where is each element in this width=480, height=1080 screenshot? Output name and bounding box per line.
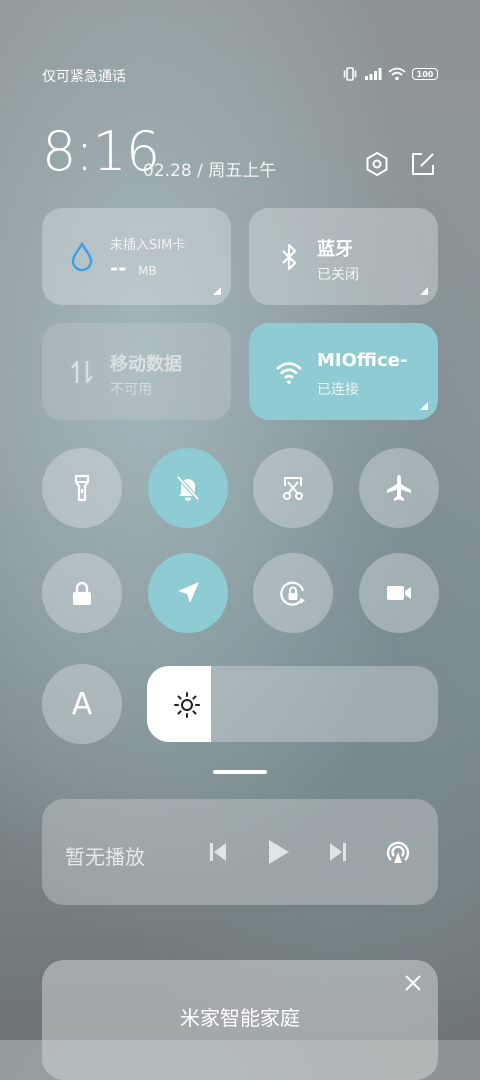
bluetooth-title: 蓝牙: [317, 239, 353, 260]
next-button[interactable]: [324, 837, 352, 867]
mute-toggle[interactable]: [148, 448, 228, 528]
bluetooth-status: 已关闭: [317, 267, 359, 283]
mobile-data-title: 移动数据: [110, 354, 182, 375]
media-status: 暂无播放: [65, 845, 145, 869]
wifi-status: 已连接: [317, 382, 359, 398]
wifi-icon: [276, 362, 302, 384]
data-unit: MB: [138, 264, 157, 278]
mobile-data-status: 不可用: [110, 382, 152, 398]
lock-screen-toggle[interactable]: [42, 553, 122, 633]
cast-button[interactable]: [384, 837, 412, 867]
previous-button[interactable]: [204, 837, 232, 867]
expand-corner: [213, 287, 221, 295]
location-icon: [178, 582, 199, 603]
wifi-tile[interactable]: MIOffice- 已连接: [249, 323, 438, 420]
rotation-lock-icon: [280, 581, 305, 606]
status-bar: 仅可紧急通话 100: [42, 66, 438, 88]
drag-handle[interactable]: [213, 770, 267, 774]
previous-icon: [210, 843, 226, 861]
cast-icon: [386, 841, 410, 863]
water-drop-icon: [71, 242, 93, 272]
play-icon: [269, 840, 289, 864]
expand-corner: [420, 402, 428, 410]
edit-icon[interactable]: [410, 151, 436, 177]
auto-brightness-button[interactable]: A: [42, 664, 122, 744]
settings-icon[interactable]: [364, 151, 390, 177]
screen-record-toggle[interactable]: [359, 553, 439, 633]
battery-icon: 100: [412, 68, 438, 80]
screenshot-toggle[interactable]: [253, 448, 333, 528]
status-icons: 100: [342, 67, 438, 81]
media-player: 暂无播放: [42, 799, 438, 905]
sun-icon: [174, 692, 200, 718]
airplane-toggle[interactable]: [359, 448, 439, 528]
mobile-data-icon: [71, 360, 93, 384]
wifi-icon: [388, 67, 406, 81]
carrier-text: 仅可紧急通话: [42, 69, 126, 85]
flashlight-toggle[interactable]: [42, 448, 122, 528]
date-label: 02.28 / 周五上午: [143, 161, 277, 181]
data-usage-tile[interactable]: 未插入SIM卡 -- MB: [42, 208, 231, 305]
auto-brightness-label: A: [71, 686, 93, 722]
bluetooth-icon: [282, 243, 297, 271]
wifi-network-name: MIOffice-: [317, 350, 408, 371]
vibrate-icon: [343, 67, 357, 81]
bluetooth-tile[interactable]: 蓝牙 已关闭: [249, 208, 438, 305]
data-value: --: [110, 256, 127, 280]
expand-corner: [420, 287, 428, 295]
smart-home-title: 米家智能家庭: [180, 1006, 300, 1030]
clock: 8:16: [42, 120, 160, 183]
smart-home-card[interactable]: 米家智能家庭: [42, 960, 438, 1080]
brightness-slider[interactable]: [147, 666, 438, 742]
bell-off-icon: [176, 475, 200, 501]
screenshot-icon: [283, 477, 303, 500]
lock-icon: [73, 581, 91, 605]
airplane-icon: [387, 475, 411, 501]
mobile-data-tile[interactable]: 移动数据 不可用: [42, 323, 231, 420]
location-toggle[interactable]: [148, 553, 228, 633]
battery-level: 100: [416, 69, 434, 79]
sim-status: 未插入SIM卡: [110, 238, 186, 253]
next-icon: [330, 843, 346, 861]
close-icon[interactable]: [404, 974, 422, 992]
video-camera-icon: [387, 586, 411, 600]
signal-icon: [365, 68, 382, 80]
play-button[interactable]: [264, 837, 292, 867]
flashlight-icon: [74, 474, 90, 502]
rotation-lock-toggle[interactable]: [253, 553, 333, 633]
